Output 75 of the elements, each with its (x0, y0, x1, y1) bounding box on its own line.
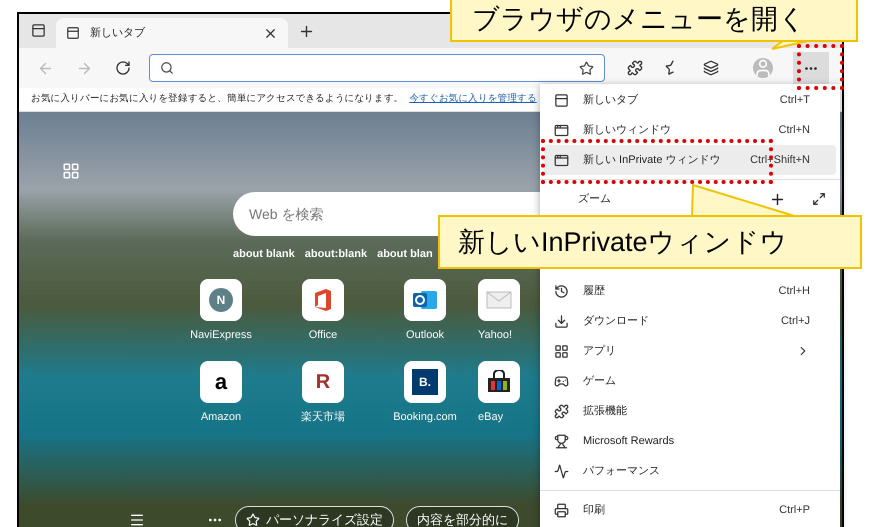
menu-item-label: Microsoft Rewards (583, 434, 676, 449)
collections-icon[interactable] (703, 60, 719, 76)
download-icon (554, 314, 569, 328)
quick-link[interactable]: about blank (233, 246, 295, 262)
tab-page-icon (66, 26, 80, 40)
search-icon (160, 61, 174, 75)
trophy-icon (554, 434, 569, 448)
tile-label: Yahoo! (478, 328, 512, 342)
quick-link[interactable]: about blan (377, 246, 433, 262)
site-tile[interactable]: B. (404, 361, 446, 403)
menu-item-label: 拡張機能 (583, 404, 628, 419)
tab-icon (554, 92, 569, 108)
new-tab-icon[interactable] (298, 23, 315, 40)
heartbeat-icon (554, 464, 569, 478)
tab-title: 新しいタブ (90, 26, 146, 41)
tile-label: Booking.com (393, 410, 457, 425)
shopping-bag-icon (486, 370, 512, 394)
tile-label: Outlook (406, 328, 444, 342)
pill-button[interactable]: パーソナライズ設定 (235, 506, 394, 527)
fullscreen-icon[interactable] (812, 192, 826, 206)
puzzle-icon (554, 404, 569, 418)
browser-tab[interactable]: 新しいタブ (56, 18, 288, 48)
menu-icon[interactable] (129, 512, 145, 527)
letter-logo: a (214, 371, 228, 393)
menu-item[interactable]: 新しい InPrivate ウィンドウ Ctrl+Shift+N (544, 145, 836, 175)
menu-item-label: ズーム (578, 192, 612, 207)
menu-item-label: 新しいタブ (583, 92, 640, 108)
quick-link[interactable]: about:blank (304, 246, 368, 262)
shortcut-text: Ctrl+Shift+N (750, 152, 810, 168)
menu-item-label: ダウンロード (583, 314, 650, 329)
site-tile[interactable] (302, 278, 344, 320)
site-tile[interactable] (478, 278, 520, 320)
letter-logo: B. (412, 369, 438, 395)
shortcut-text: Ctrl+H (778, 284, 810, 299)
window-icon (554, 122, 569, 138)
clock-icon (554, 284, 569, 298)
letter-logo: R (316, 372, 330, 392)
menu-item-label: アプリ (583, 344, 617, 359)
more-button[interactable] (793, 52, 829, 84)
menu-item-label: 新しい InPrivate ウィンドウ (583, 152, 722, 168)
tile-label: 楽天市場 (301, 410, 345, 425)
menu-item-label: 新しいウィンドウ (583, 122, 672, 138)
shortcut-text: Ctrl+T (780, 92, 810, 108)
menu-item-label: 印刷 (583, 502, 606, 518)
apps-grid-icon[interactable] (62, 162, 80, 180)
gamepad-icon (554, 374, 569, 388)
site-tile[interactable]: N (200, 278, 242, 320)
site-tile[interactable] (404, 278, 446, 320)
letter-logo: N (209, 288, 233, 312)
office-logo-icon (313, 288, 333, 312)
shortcut-text: Ctrl+N (778, 122, 810, 138)
manage-favorites-link[interactable]: 今すぐお気に入りを管理する (409, 92, 537, 107)
pill-button[interactable]: 内容を部分的に (406, 506, 519, 527)
menu-item-label: パフォーマンス (583, 464, 661, 479)
tile-label: NaviExpress (190, 328, 252, 342)
site-tile[interactable] (478, 361, 520, 403)
search-placeholder: Web を検索 (249, 204, 324, 224)
address-field[interactable] (149, 54, 605, 82)
tile-label: Amazon (200, 410, 242, 425)
site-tile[interactable]: R (302, 361, 344, 403)
site-tile[interactable]: a (200, 361, 242, 403)
refresh-icon[interactable] (115, 60, 131, 76)
menu-item-label: 履歴 (583, 284, 606, 299)
printer-icon (554, 502, 569, 518)
tile-label: eBay (478, 410, 504, 425)
apps-icon (554, 344, 569, 358)
shortcut-text: Ctrl+P (779, 502, 810, 518)
tile-label: Office (308, 328, 338, 342)
shortcut-text: Ctrl+J (780, 314, 810, 329)
more-icon (805, 66, 817, 70)
envelope-icon (486, 290, 512, 310)
menu-item-label: ゲーム (583, 374, 617, 389)
puzzle-icon[interactable] (627, 60, 643, 76)
favorites-message: お気に入りバーにお気に入りを登録すると、簡単にアクセスできるようになります。 (31, 92, 404, 106)
tab-actions-icon[interactable] (31, 23, 46, 38)
